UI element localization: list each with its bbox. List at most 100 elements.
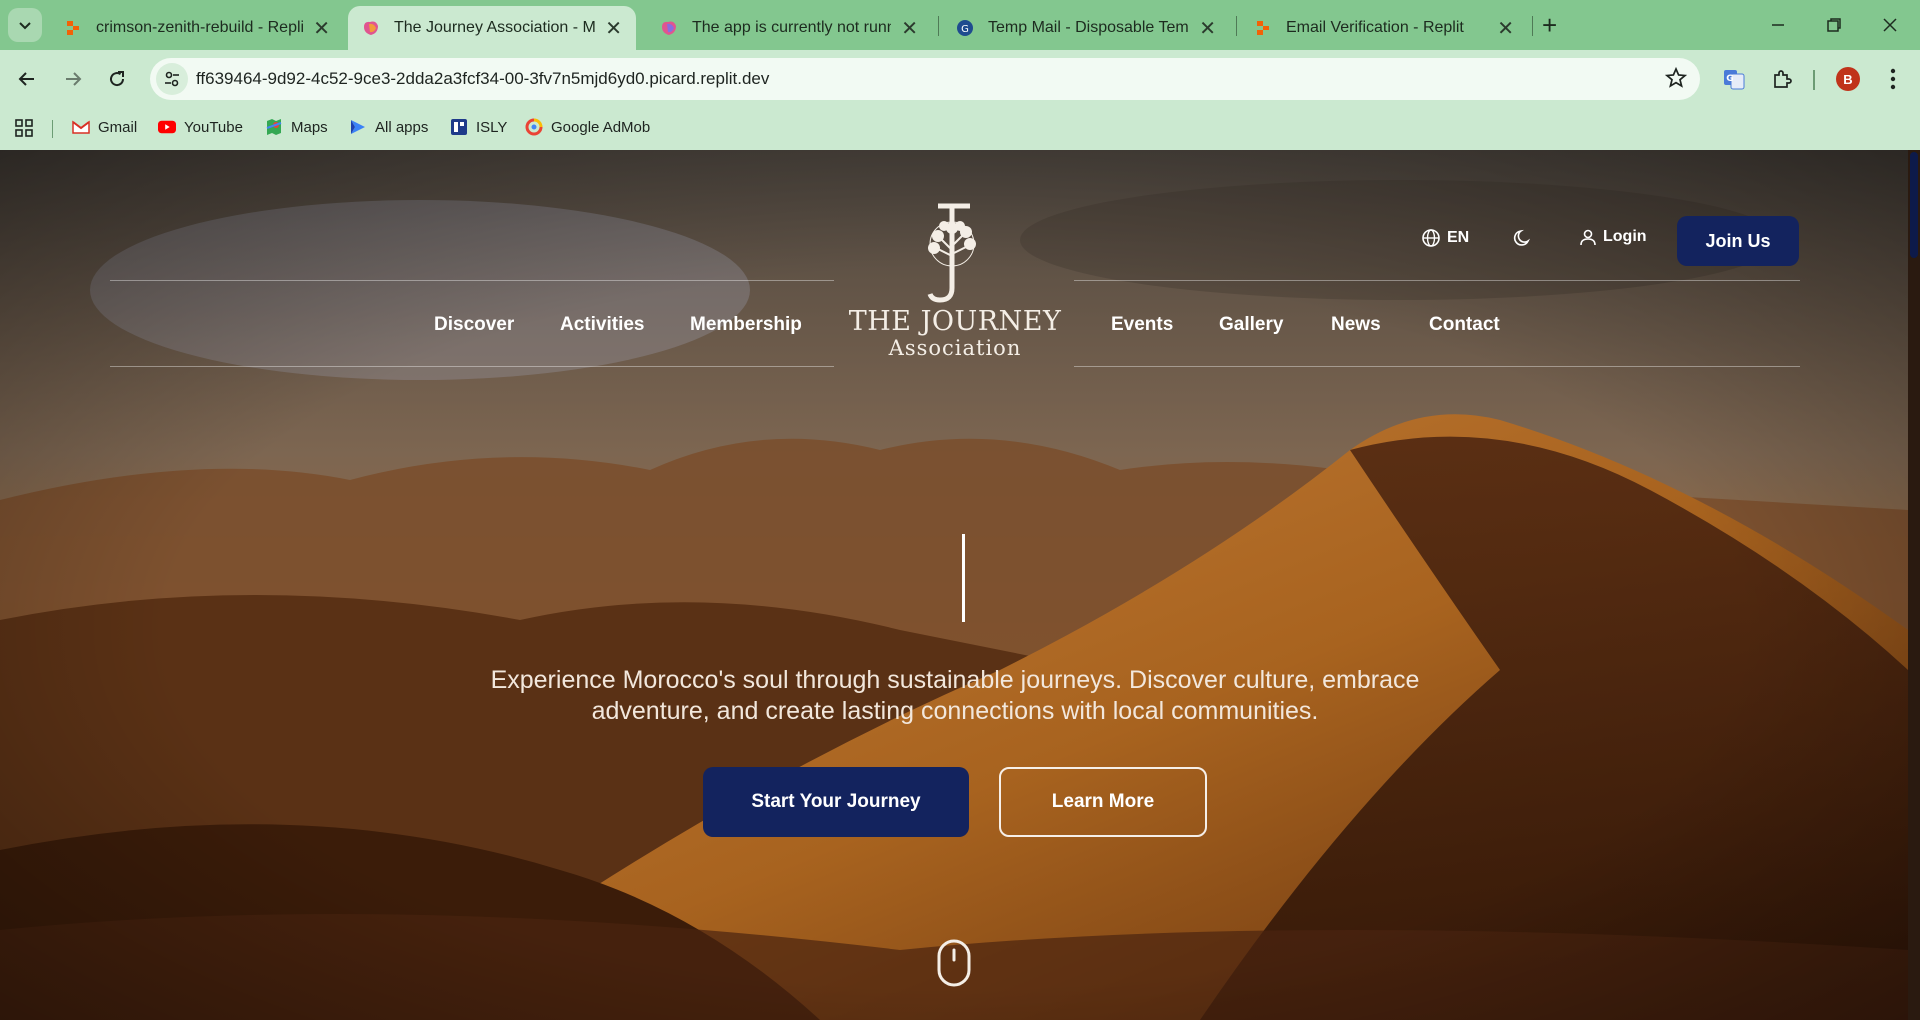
header-divider [1074, 280, 1800, 281]
site-info-button[interactable] [156, 63, 188, 95]
nav-contact[interactable]: Contact [1429, 314, 1500, 336]
profile-button[interactable]: B [1831, 62, 1865, 96]
journey-logo-icon[interactable] [848, 200, 1058, 310]
close-tab-icon[interactable]: ✕ [1199, 16, 1216, 41]
minimize-icon [1772, 24, 1784, 26]
restore-button[interactable] [1814, 8, 1854, 42]
language-selector[interactable]: EN [1421, 228, 1469, 248]
scrollbar-thumb[interactable] [1910, 152, 1918, 258]
journey-favicon-icon [662, 21, 676, 35]
reload-button[interactable] [100, 62, 134, 96]
tempmail-icon: G [957, 20, 973, 36]
extensions-button[interactable] [1765, 62, 1799, 96]
start-journey-button[interactable]: Start Your Journey [703, 767, 969, 837]
bookmark-gmail[interactable]: Gmail [72, 118, 137, 136]
close-tab-icon[interactable]: ✕ [605, 16, 622, 41]
bookmark-label: Maps [291, 118, 328, 136]
logo-title: THE JOURNEY [848, 306, 1062, 337]
restore-icon [1827, 18, 1841, 32]
reload-icon [110, 71, 125, 87]
learn-more-button[interactable]: Learn More [999, 767, 1207, 837]
tab-title: crimson-zenith-rebuild - Replit [96, 19, 304, 36]
nav-discover[interactable]: Discover [434, 314, 514, 336]
bookmarks-bar: Gmail YouTube Maps All apps ISLY Google … [0, 108, 1920, 150]
globe-icon [1422, 229, 1440, 247]
youtube-icon [158, 120, 176, 134]
moon-icon [1513, 229, 1531, 246]
tab-email-verification[interactable]: Email Verification - Replit ✕ [1240, 6, 1528, 50]
nav-activities[interactable]: Activities [560, 314, 644, 336]
tab-separator [1532, 16, 1533, 36]
svg-text:G: G [961, 24, 969, 35]
apps-grid-button[interactable] [14, 118, 34, 138]
nav-membership[interactable]: Membership [690, 314, 802, 336]
arrow-right-icon [66, 72, 82, 86]
nav-gallery[interactable]: Gallery [1219, 314, 1283, 336]
theme-toggle[interactable] [1513, 228, 1539, 248]
header-divider [1074, 366, 1800, 367]
bookmark-label: All apps [375, 118, 429, 136]
hero-section: THE JOURNEY Association Discover Activit… [0, 150, 1908, 1020]
user-icon [1580, 229, 1596, 246]
menu-button[interactable] [1876, 62, 1910, 96]
browser-tab-bar: crimson-zenith-rebuild - Replit ✕ The Jo… [0, 0, 1920, 50]
bookmark-label: ISLY [476, 118, 508, 136]
svg-text:G: G [1726, 74, 1733, 84]
nav-events[interactable]: Events [1111, 314, 1173, 336]
nav-news[interactable]: News [1331, 314, 1381, 336]
tab-separator [1236, 16, 1237, 36]
close-icon [1883, 18, 1897, 32]
isly-icon [451, 119, 467, 135]
star-icon [1664, 66, 1688, 88]
apps-grid-icon [15, 119, 33, 137]
close-tab-icon[interactable]: ✕ [313, 16, 330, 41]
page-scrollbar[interactable] [1908, 150, 1920, 1020]
url-text[interactable]: ff639464-9d92-4c52-9ce3-2dda2a3fcf34-00-… [196, 69, 769, 89]
scroll-mouse-icon[interactable] [936, 938, 972, 988]
tab-temp-mail[interactable]: G Temp Mail - Disposable Temporary Email… [942, 6, 1230, 50]
logo-subtitle: Association [888, 336, 1022, 360]
address-bar[interactable]: ff639464-9d92-4c52-9ce3-2dda2a3fcf34-00-… [150, 58, 1700, 100]
browser-toolbar: ff639464-9d92-4c52-9ce3-2dda2a3fcf34-00-… [0, 50, 1920, 108]
bookmark-youtube[interactable]: YouTube [158, 118, 243, 136]
login-button[interactable]: Login [1579, 228, 1647, 246]
back-button[interactable] [10, 62, 44, 96]
bookmark-all-apps[interactable]: All apps [349, 118, 428, 136]
replit-icon [1257, 21, 1269, 35]
close-window-button[interactable] [1870, 8, 1910, 42]
all-apps-icon [351, 120, 365, 134]
tab-app-not-running[interactable]: The app is currently not running ✕ [646, 6, 932, 50]
tab-title: Temp Mail - Disposable Temporary Email [988, 19, 1189, 36]
minimize-button[interactable] [1758, 8, 1798, 42]
bookmark-label: Gmail [98, 118, 138, 136]
header-divider [110, 280, 834, 281]
bookmark-star-button[interactable] [1664, 66, 1688, 95]
avatar: B [1836, 67, 1860, 91]
journey-favicon-icon [364, 21, 378, 35]
bookmark-admob[interactable]: Google AdMob [525, 118, 650, 136]
bookmark-label: Google AdMob [551, 118, 651, 136]
new-tab-button[interactable]: + [1542, 10, 1557, 41]
tab-crimson-zenith[interactable]: crimson-zenith-rebuild - Replit ✕ [50, 6, 344, 50]
google-translate-icon: G [1724, 70, 1745, 90]
arrow-left-icon [18, 72, 34, 86]
join-us-button[interactable]: Join Us [1677, 216, 1799, 266]
close-tab-icon[interactable]: ✕ [901, 16, 918, 41]
bookmark-maps[interactable]: Maps [265, 118, 328, 136]
maps-icon [266, 119, 282, 135]
header-divider [110, 366, 834, 367]
bookmark-isly[interactable]: ISLY [450, 118, 507, 136]
translate-button[interactable]: G [1717, 62, 1751, 96]
tab-separator [938, 16, 939, 36]
tab-search-button[interactable] [8, 8, 42, 42]
close-tab-icon[interactable]: ✕ [1497, 16, 1514, 41]
tab-journey-association[interactable]: The Journey Association - Morocco ✕ [348, 6, 636, 50]
tab-title: Email Verification - Replit [1286, 19, 1464, 36]
replit-icon [67, 21, 79, 35]
tab-title: The app is currently not running [692, 19, 892, 36]
language-label: EN [1447, 229, 1470, 246]
more-vertical-icon [1890, 68, 1896, 90]
gmail-icon [72, 120, 90, 134]
forward-button[interactable] [56, 62, 90, 96]
typing-cursor [962, 534, 965, 622]
